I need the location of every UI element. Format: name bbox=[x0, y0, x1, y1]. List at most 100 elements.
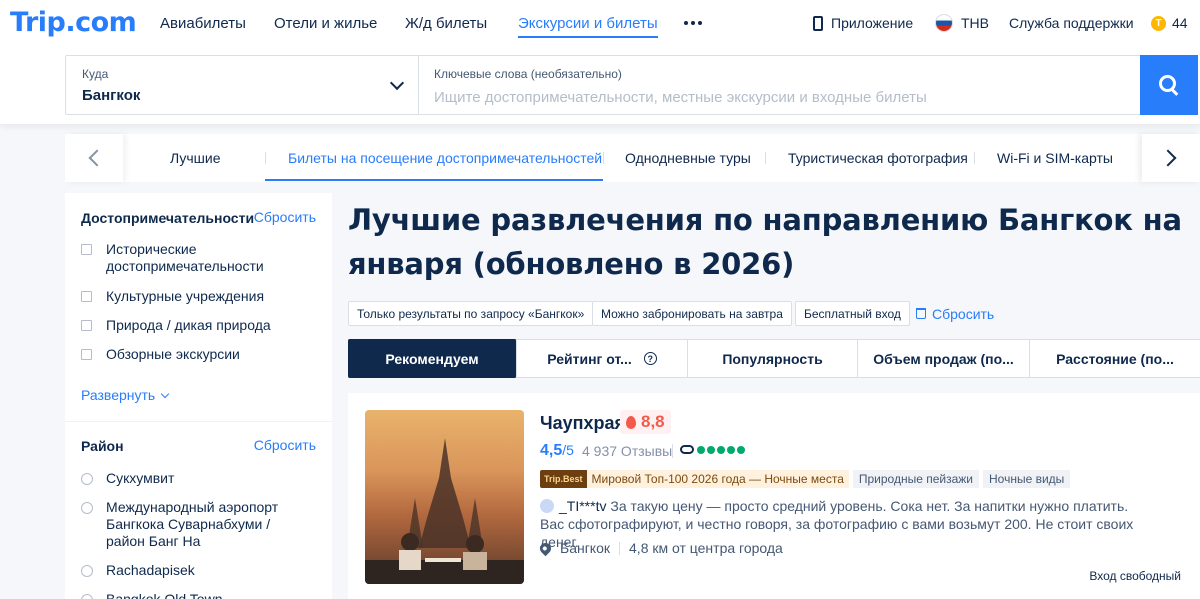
trip-logo[interactable]: Trip.com bbox=[10, 7, 137, 38]
currency-selector[interactable]: THB bbox=[935, 0, 989, 46]
district-old-town[interactable]: Bangkok Old Town bbox=[81, 591, 222, 599]
filter-sidebar: Достопримечательности Сбросить Историчес… bbox=[65, 193, 332, 599]
radio-button[interactable] bbox=[81, 473, 93, 485]
category-best[interactable]: Лучшие bbox=[170, 134, 220, 182]
radio-button[interactable] bbox=[81, 594, 93, 599]
category-next-button[interactable] bbox=[1142, 134, 1200, 182]
tag-row: Trip.Best Мировой Топ-100 2026 года — Но… bbox=[540, 470, 1071, 488]
sort-distance[interactable]: Расстояние (по... bbox=[1030, 340, 1200, 377]
sort-sales[interactable]: Объем продаж (по... bbox=[858, 340, 1030, 377]
logo-text: Trip.com bbox=[10, 7, 137, 38]
district-airport[interactable]: Международный аэропорт Бангкока Суварнаб… bbox=[81, 499, 311, 550]
points-count: 44 bbox=[1172, 15, 1188, 31]
category-active-underline bbox=[265, 179, 603, 181]
nav-attractions-label: Экскурсии и билеты bbox=[518, 14, 658, 32]
top-header: Trip.com Авиабилеты Отели и жилье Ж/д би… bbox=[0, 0, 1200, 46]
category-divider bbox=[974, 152, 975, 164]
destination-field[interactable]: Куда Бангкок bbox=[66, 56, 419, 114]
checkbox[interactable] bbox=[81, 320, 92, 331]
checkbox[interactable] bbox=[81, 244, 92, 255]
filter-cultural[interactable]: Культурные учреждения bbox=[81, 288, 264, 305]
attraction-title[interactable]: Чаупхрая bbox=[540, 413, 625, 434]
checkbox[interactable] bbox=[81, 349, 92, 360]
chip-bookable-tomorrow[interactable]: Можно забронировать на завтра bbox=[592, 301, 792, 326]
chips-reset-link[interactable]: Сбросить bbox=[916, 301, 994, 326]
sort-popularity[interactable]: Популярность bbox=[688, 340, 858, 377]
search-box: Куда Бангкок Ключевые слова (необязатель… bbox=[65, 55, 1198, 115]
attractions-reset-link[interactable]: Сбросить bbox=[254, 209, 316, 225]
filter-sightseeing[interactable]: Обзорные экскурсии bbox=[81, 346, 240, 363]
location-divider bbox=[619, 541, 621, 555]
filter-nature[interactable]: Природа / дикая природа bbox=[81, 317, 271, 334]
chip-free-entry[interactable]: Бесплатный вход bbox=[795, 301, 910, 326]
more-icon[interactable] bbox=[684, 21, 702, 25]
district-old-town-label: Bangkok Old Town bbox=[106, 591, 223, 599]
review-count[interactable]: 4 937 Отзывы bbox=[582, 443, 672, 459]
filter-cultural-label: Культурные учреждения bbox=[106, 288, 265, 304]
expand-filters-link[interactable]: Развернуть bbox=[81, 387, 170, 403]
location-city: Бангкок bbox=[560, 540, 611, 556]
flame-icon bbox=[626, 415, 636, 429]
result-card[interactable]: Чаупхрая 8,8 4,5/5 4 937 Отзывы Trip.Bes… bbox=[348, 393, 1200, 599]
entry-info: Вход свободный bbox=[1089, 569, 1181, 583]
avatar bbox=[540, 499, 554, 513]
hot-score: 8,8 bbox=[641, 412, 665, 431]
sort-recommended[interactable]: Рекомендуем bbox=[348, 339, 517, 378]
chevron-down-icon bbox=[160, 389, 170, 398]
category-prev-button[interactable] bbox=[65, 134, 123, 182]
attraction-photo[interactable] bbox=[365, 410, 524, 584]
category-photo-label: Туристическая фотография bbox=[788, 150, 968, 166]
nav-attractions[interactable]: Экскурсии и билеты bbox=[518, 0, 658, 46]
category-day-tours-label: Однодневные туры bbox=[625, 150, 751, 166]
nav-trains[interactable]: Ж/д билеты bbox=[405, 0, 487, 46]
radio-button[interactable] bbox=[81, 502, 93, 514]
thailand-flag-icon bbox=[935, 14, 953, 32]
chip-bookable-tomorrow-label: Можно забронировать на завтра bbox=[601, 306, 783, 321]
sort-rating-label: Рейтинг от... bbox=[547, 350, 632, 367]
destination-value: Бангкок bbox=[82, 87, 141, 104]
district-sukhumvit[interactable]: Сукхумвит bbox=[81, 470, 174, 487]
category-photo[interactable]: Туристическая фотография bbox=[788, 134, 968, 182]
attractions-filter-title: Достопримечательности bbox=[81, 210, 255, 226]
district-rachadapisek[interactable]: Rachadapisek bbox=[81, 562, 195, 579]
category-tickets[interactable]: Билеты на посещение достопримечательност… bbox=[288, 134, 602, 182]
hot-score-badge: 8,8 bbox=[620, 410, 671, 434]
tripadvisor-rating bbox=[680, 445, 747, 454]
category-day-tours[interactable]: Однодневные туры bbox=[625, 134, 751, 182]
category-wifi[interactable]: Wi-Fi и SIM-карты bbox=[997, 134, 1113, 182]
rating-divider bbox=[672, 444, 673, 458]
keyword-label: Ключевые слова (необязательно) bbox=[434, 67, 622, 81]
nav-flights[interactable]: Авиабилеты bbox=[160, 0, 246, 46]
chevron-right-icon bbox=[1159, 149, 1177, 167]
app-link[interactable]: Приложение bbox=[813, 0, 913, 46]
tag-nature: Природные пейзажи bbox=[852, 470, 980, 488]
sort-rating[interactable]: Рейтинг от... ? bbox=[517, 340, 688, 377]
district-reset-link[interactable]: Сбросить bbox=[254, 437, 316, 453]
trash-icon bbox=[916, 308, 926, 319]
tag-night-views: Ночные виды bbox=[983, 470, 1071, 488]
filter-historic[interactable]: Исторические достопримечательности bbox=[81, 241, 281, 275]
category-best-label: Лучшие bbox=[170, 150, 221, 166]
category-wifi-label: Wi-Fi и SIM-карты bbox=[997, 150, 1113, 166]
chevron-left-icon bbox=[88, 149, 106, 167]
category-bar: Лучшие Билеты на посещение достопримечат… bbox=[65, 134, 1200, 182]
filter-historic-label: Исторические достопримечательности bbox=[106, 241, 264, 274]
rating-scale: /5 bbox=[562, 442, 574, 458]
help-icon[interactable]: ? bbox=[643, 352, 657, 365]
page-title: Лучшие развлечения по направлению Бангко… bbox=[348, 203, 1182, 281]
points-badge[interactable]: T 44 bbox=[1151, 0, 1188, 46]
checkbox[interactable] bbox=[81, 291, 92, 302]
rating-dot bbox=[737, 445, 745, 454]
chips-reset-label: Сбросить bbox=[932, 305, 995, 322]
support-link[interactable]: Служба поддержки bbox=[1009, 0, 1134, 46]
search-button[interactable] bbox=[1140, 55, 1198, 115]
nav-hotels[interactable]: Отели и жилье bbox=[274, 0, 377, 46]
chip-query-only[interactable]: Только результаты по запросу «Бангкок» bbox=[348, 301, 594, 326]
trip-best-text[interactable]: Мировой Топ-100 2026 года — Ночные места bbox=[586, 470, 849, 488]
chip-query-only-label: Только результаты по запросу «Бангкок» bbox=[357, 306, 585, 321]
trip-coin-icon: T bbox=[1151, 15, 1166, 31]
radio-button[interactable] bbox=[81, 565, 93, 577]
keyword-input[interactable] bbox=[434, 86, 1124, 108]
destination-label: Куда bbox=[82, 67, 109, 81]
filter-sightseeing-label: Обзорные экскурсии bbox=[106, 346, 240, 362]
